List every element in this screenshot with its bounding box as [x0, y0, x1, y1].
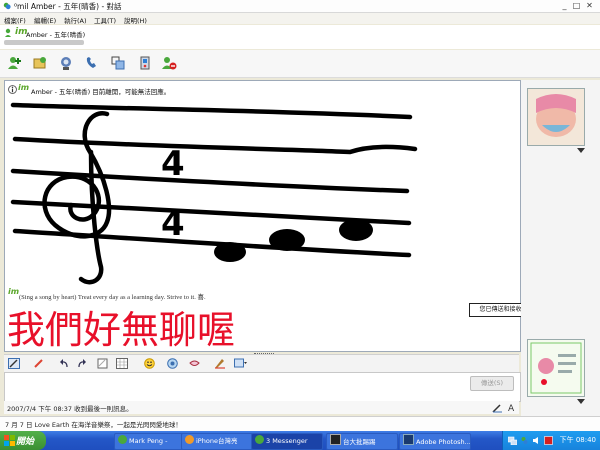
- taskbar-item-iphone[interactable]: iPhone台灣亮: [181, 433, 253, 450]
- windows-logo-icon: [4, 435, 15, 446]
- messenger-tray-icon[interactable]: [520, 436, 529, 445]
- menu-actions[interactable]: 執行(A): [64, 15, 87, 25]
- my-display-picture[interactable]: [527, 339, 585, 397]
- redo-icon[interactable]: [77, 359, 87, 368]
- start-label: 開始: [16, 437, 35, 447]
- color-pen-icon[interactable]: [34, 359, 46, 368]
- messenger-icon: [118, 435, 127, 444]
- red-handwriting-text: 我們好無聊喔: [7, 308, 235, 351]
- font-icon[interactable]: [214, 358, 226, 369]
- contact-avatar: [528, 89, 584, 145]
- menu-bar: 檔案(F) 編輯(E) 執行(A) 工具(T) 說明(H): [0, 13, 600, 25]
- handwrite-pen-icon[interactable]: [8, 358, 20, 369]
- my-avatar: [528, 340, 584, 396]
- undo-icon[interactable]: [59, 359, 69, 368]
- menu-tools[interactable]: 工具(T): [94, 15, 116, 25]
- message-text: (Sing a song by heart) Treat every day a…: [19, 294, 206, 301]
- system-tray: 下午 08:40: [502, 431, 600, 450]
- messenger-icon: [255, 435, 264, 444]
- time-signature-top: 4: [161, 144, 185, 184]
- start-button[interactable]: 開始: [0, 431, 46, 450]
- red-handwriting: 我們好無聊喔: [7, 308, 235, 351]
- wink-icon[interactable]: [167, 358, 178, 369]
- menu-file[interactable]: 檔案(F): [4, 15, 26, 25]
- whole-note-3: [339, 219, 373, 241]
- text-mode-icon[interactable]: A: [507, 402, 518, 413]
- message-toolbar: [4, 353, 519, 372]
- maximize-button[interactable]: □: [572, 1, 581, 10]
- window-title-bar[interactable]: ⁰mil Amber - 五年(晴香) - 對話 _ □ ✕: [0, 0, 600, 13]
- taskbar-item-label: Mark Peng -: [129, 437, 168, 445]
- menu-edit[interactable]: 編輯(E): [34, 15, 56, 25]
- message-input[interactable]: [4, 372, 521, 402]
- chevron-down-icon[interactable]: [577, 399, 585, 404]
- games-icon[interactable]: [137, 55, 153, 71]
- away-notice: Amber - 五年(晴香) 目前離開，可能無法回應。: [31, 88, 171, 96]
- staff-line-1: [10, 102, 413, 120]
- news-ticker-text[interactable]: 7 月 7 日 Love Earth 在海洋音樂祭，一起是光閃閃愛地球！: [5, 419, 182, 429]
- browser-icon: [185, 435, 194, 444]
- time-signature-bottom: 4: [161, 204, 185, 244]
- messenger-app-icon: [3, 2, 11, 10]
- antivirus-icon[interactable]: [544, 436, 553, 445]
- status-bar: 2007/7/4 下午 08:37 收到最後一則訊息。 A: [4, 401, 519, 414]
- window-title: ⁰mil Amber - 五年(晴香) - 對話: [14, 2, 122, 11]
- buddy-icon: [5, 28, 11, 37]
- chevron-down-icon[interactable]: [577, 148, 585, 153]
- resize-grip[interactable]: [254, 353, 274, 356]
- block-icon[interactable]: [161, 55, 177, 71]
- contact-name[interactable]: Amber - 五年(晴香): [26, 29, 85, 39]
- whole-note-2: [269, 229, 305, 251]
- contact-header: im Amber - 五年(晴香): [0, 25, 600, 49]
- close-button[interactable]: ✕: [585, 1, 594, 10]
- network-icon[interactable]: [508, 436, 517, 445]
- im-logo-message: im: [8, 287, 20, 296]
- taskbar-item-label: 台大批踢踢: [343, 438, 376, 446]
- display-picture-panel: [521, 80, 600, 420]
- menu-help[interactable]: 說明(H): [124, 15, 147, 25]
- nudge-icon[interactable]: [189, 358, 200, 369]
- send-file-icon[interactable]: [32, 55, 48, 71]
- last-message-status: 2007/7/4 下午 08:37 收到最後一則訊息。: [7, 405, 133, 413]
- taskbar-item-ptt[interactable]: 台大批踢踢: [326, 433, 398, 450]
- background-grid-icon[interactable]: [116, 358, 128, 369]
- staff-line-2: [12, 136, 418, 155]
- taskbar-item-messenger[interactable]: 3 Messenger: [251, 433, 323, 450]
- taskbar-item-mark-peng[interactable]: Mark Peng -: [114, 433, 189, 450]
- ink-color-icon[interactable]: [234, 358, 247, 369]
- im-logo-small: im: [18, 83, 30, 92]
- photoshop-icon: [403, 434, 414, 445]
- activities-icon[interactable]: [110, 55, 126, 71]
- info-icon: [8, 85, 17, 94]
- taskbar-item-photoshop[interactable]: Adobe Photosh...: [399, 433, 471, 450]
- eraser-icon[interactable]: [97, 358, 108, 369]
- toolbar: [0, 50, 600, 78]
- emoticon-icon[interactable]: [144, 358, 155, 369]
- taskbar-item-label: iPhone台灣亮: [196, 437, 238, 445]
- clock: 下午 08:40: [559, 436, 596, 444]
- staff-line-3: [10, 168, 410, 194]
- send-button[interactable]: 傳送(S): [470, 376, 514, 391]
- personal-message-redacted: [4, 40, 84, 45]
- whole-note-1: [214, 242, 246, 262]
- volume-icon[interactable]: [532, 436, 541, 445]
- video-icon[interactable]: [58, 55, 74, 71]
- minimize-button[interactable]: _: [560, 1, 569, 10]
- call-icon[interactable]: [84, 55, 100, 71]
- taskbar-item-label: Adobe Photosh...: [416, 438, 471, 446]
- invite-contact-icon[interactable]: [7, 55, 23, 71]
- news-ticker[interactable]: 7 月 7 日 Love Earth 在海洋音樂祭，一起是光閃閃愛地球！: [0, 416, 600, 431]
- conversation-area: im Amber - 五年(晴香) 目前離開，可能無法回應。 4 4 im (S…: [4, 80, 521, 352]
- svg-text:A: A: [508, 404, 515, 413]
- handwriting-mode-icon[interactable]: [492, 402, 503, 413]
- taskbar-item-label: 3 Messenger: [266, 437, 308, 445]
- contact-display-picture[interactable]: [527, 88, 585, 146]
- terminal-icon: [330, 434, 341, 445]
